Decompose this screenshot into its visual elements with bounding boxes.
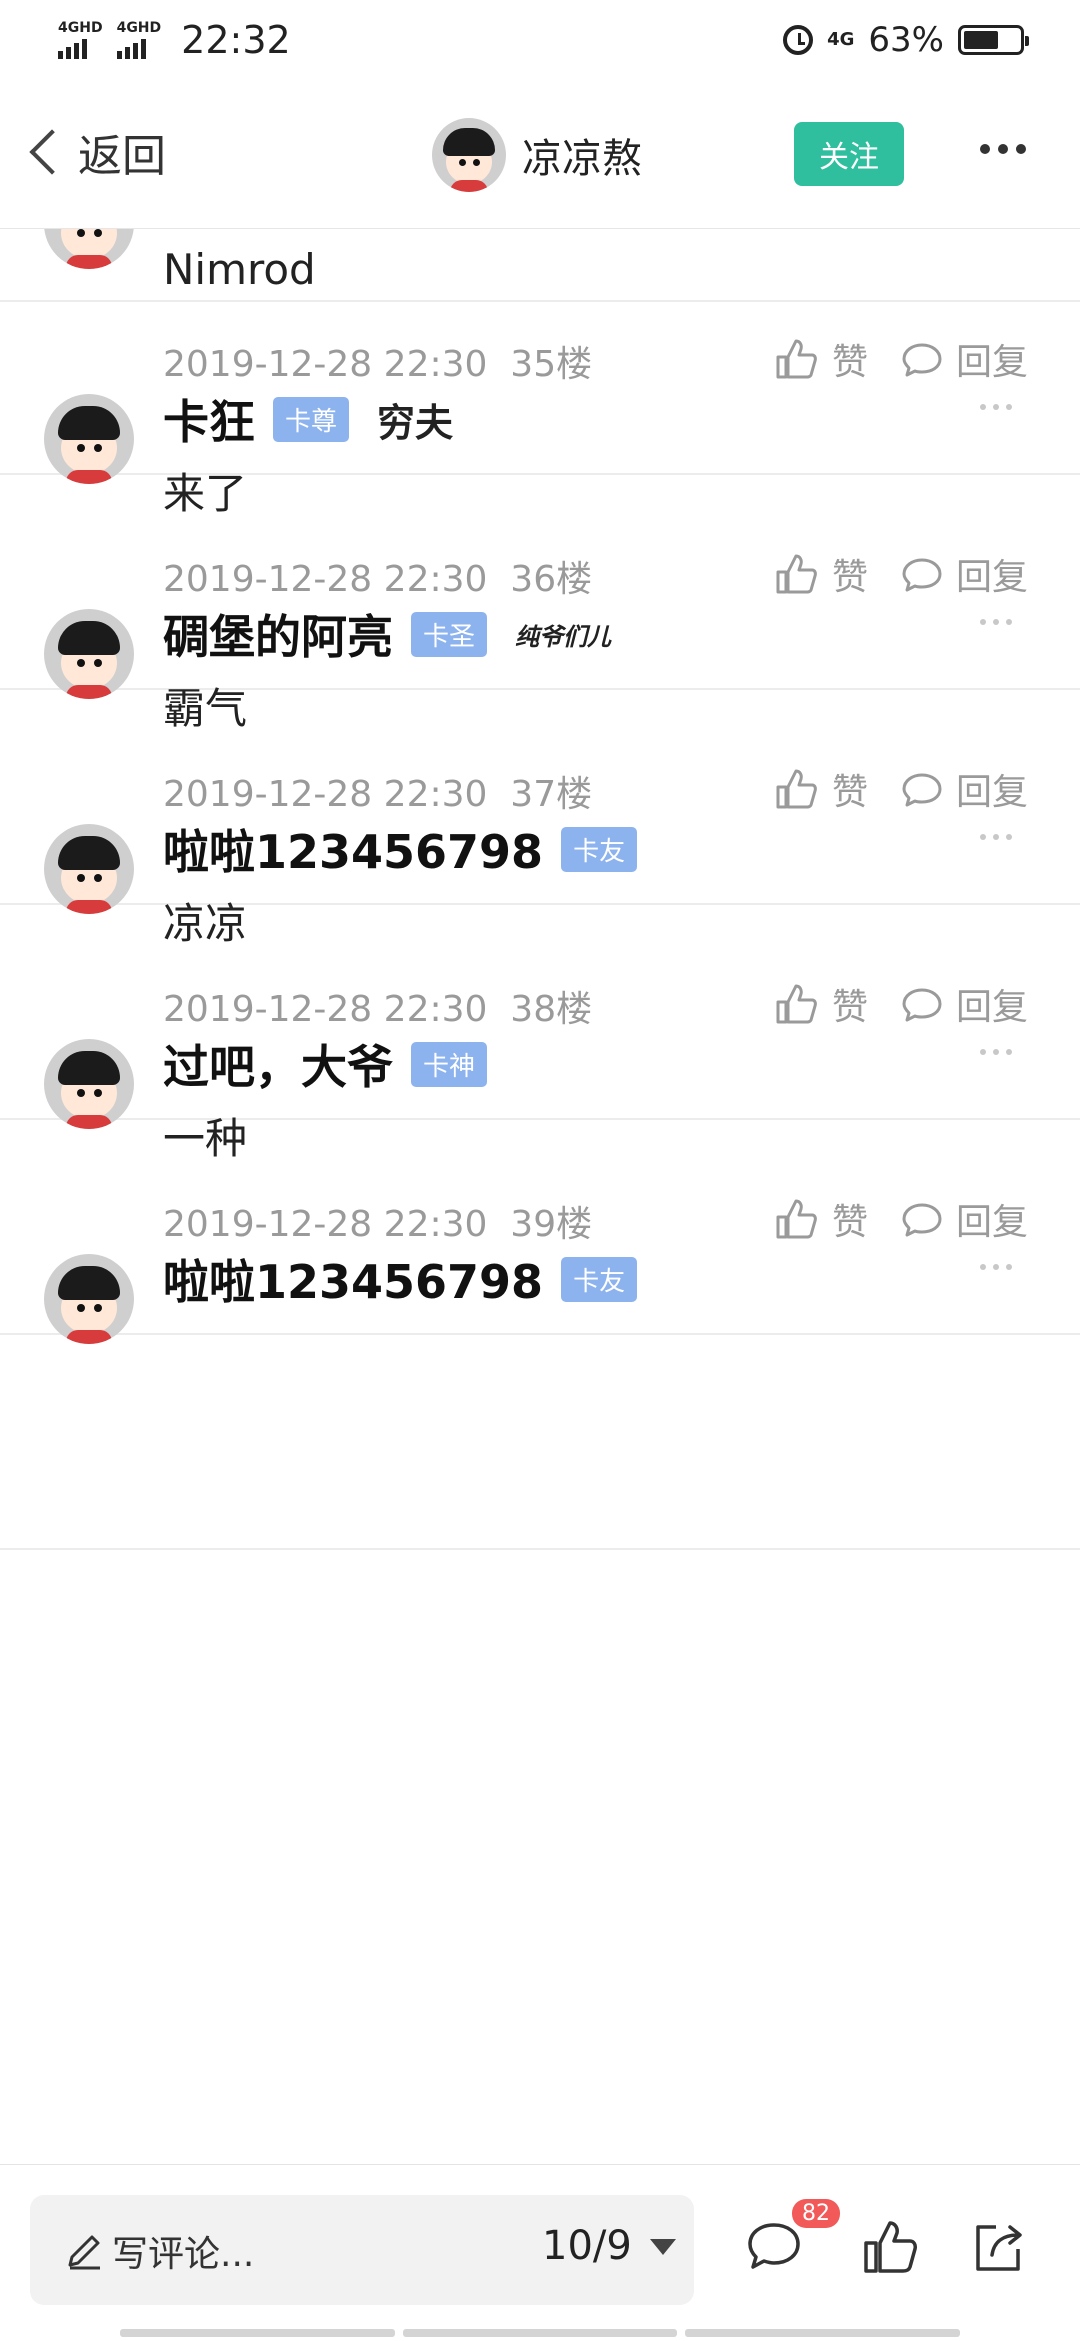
author-name[interactable]: 凉凉熬 — [522, 126, 642, 184]
comment-text: Nimrod — [163, 245, 316, 294]
comment-user-row: 卡狂 卡尊 穷夫 — [163, 386, 453, 452]
user-title: 纯爷们儿 — [515, 621, 612, 651]
user-avatar[interactable] — [44, 394, 134, 484]
username[interactable]: 碉堡的阿亮 — [163, 601, 393, 667]
user-avatar[interactable] — [44, 1254, 134, 1344]
back-button[interactable]: 返回 — [22, 120, 166, 184]
more-dots-icon[interactable] — [980, 619, 1012, 625]
comment-text: 霸气 — [163, 684, 248, 733]
alarm-icon — [783, 25, 814, 55]
level-badge: 卡尊 — [273, 396, 350, 442]
comment-user-row: 碉堡的阿亮 卡圣 纯爷们儿 — [163, 601, 611, 667]
battery-icon — [958, 25, 1029, 55]
comment-text: 一种 — [163, 1114, 248, 1163]
more-dots-icon[interactable] — [980, 834, 1012, 840]
username[interactable]: 卡狂 — [163, 386, 255, 452]
thumbs-up-icon[interactable] — [860, 2217, 920, 2277]
more-dots-icon[interactable] — [980, 404, 1012, 410]
comment-user-row: 啦啦123456798 卡友 — [163, 1246, 665, 1312]
top-nav-bar: 返回 凉凉熬 关注 — [0, 90, 1080, 229]
comment-user-row: 啦啦123456798 卡友 — [163, 816, 665, 882]
username[interactable]: 啦啦123456798 — [163, 1246, 543, 1312]
write-comment-placeholder: 写评论... — [112, 2234, 255, 2275]
author-avatar[interactable] — [432, 118, 506, 192]
follow-button[interactable]: 关注 — [794, 122, 904, 186]
network-type: 4G — [827, 29, 855, 50]
more-dots-icon[interactable] — [980, 1049, 1012, 1055]
status-left: 4GHD 4GHD 22:32 — [58, 18, 291, 62]
user-avatar[interactable] — [44, 824, 134, 914]
user-avatar[interactable] — [44, 609, 134, 699]
signal-label: 4GHD — [116, 20, 162, 36]
comment-user-row: 过吧，大爷 卡神 — [163, 1031, 515, 1097]
username[interactable]: 过吧，大爷 — [163, 1031, 393, 1097]
battery-percent: 63% — [868, 20, 944, 60]
status-time: 22:32 — [181, 18, 291, 62]
signal-strength-icon: 4GHD — [58, 21, 103, 59]
share-icon[interactable] — [968, 2217, 1028, 2277]
signal-strength-icon: 4GHD — [116, 20, 162, 59]
chevron-left-icon — [29, 129, 75, 175]
user-title: 穷夫 — [377, 400, 454, 445]
caret-down-icon[interactable] — [650, 2239, 676, 2255]
username[interactable]: 啦啦123456798 — [163, 816, 543, 882]
bottom-action-bar: 写评论... 10/9 82 — [0, 2164, 1080, 2341]
comment-text: 凉凉 — [163, 899, 248, 948]
more-dots-icon[interactable] — [980, 1264, 1012, 1270]
comment-count-badge: 82 — [792, 2199, 840, 2228]
comments-icon[interactable] — [744, 2217, 804, 2277]
level-badge: 卡友 — [561, 1256, 638, 1302]
page-indicator[interactable]: 10/9 — [542, 2223, 632, 2269]
comment-text: 来了 — [163, 469, 248, 518]
pencil-icon — [68, 2235, 100, 2270]
level-badge: 卡友 — [561, 826, 638, 872]
author-info[interactable]: 凉凉熬 — [432, 118, 642, 192]
comment-item: 啦啦123456798 卡友 赞 回复 — [0, 1228, 1080, 1550]
status-bar: 4GHD 4GHD 22:32 4G 63% — [0, 0, 1080, 90]
signal-label: 4GHD — [58, 20, 103, 36]
level-badge: 卡神 — [411, 1041, 488, 1087]
back-label: 返回 — [78, 131, 166, 182]
more-options-icon[interactable] — [980, 144, 1026, 154]
level-badge: 卡圣 — [411, 611, 488, 657]
user-avatar[interactable] — [44, 1039, 134, 1129]
scroll-indicator — [120, 2329, 961, 2337]
write-comment-input[interactable]: 写评论... 10/9 — [30, 2195, 694, 2305]
status-right: 4G 63% — [783, 20, 1029, 60]
